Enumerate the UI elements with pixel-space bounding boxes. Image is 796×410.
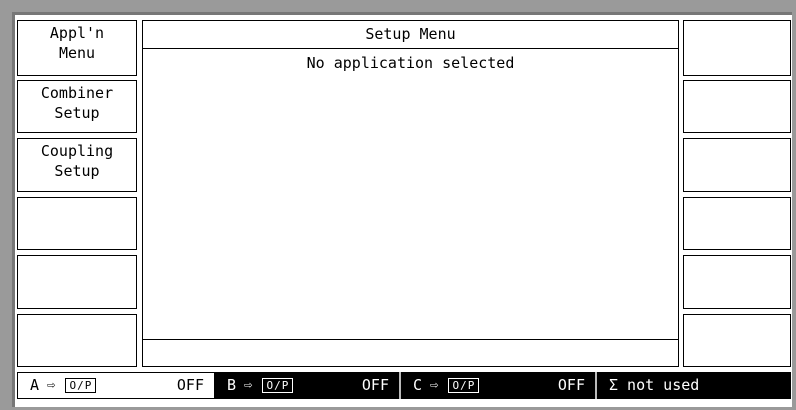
right-arrow-icon: ⇨ — [430, 377, 439, 393]
softkey-right-4[interactable] — [683, 197, 791, 250]
output-badge: O/P — [65, 378, 97, 393]
softkey-left-4[interactable] — [17, 197, 137, 250]
softkey-label-line2: Setup — [54, 162, 100, 180]
softkey-right-6[interactable] — [683, 314, 791, 367]
right-arrow-icon: ⇨ — [244, 377, 253, 393]
softkey-left-6[interactable] — [17, 314, 137, 367]
channel-b-status[interactable]: B ⇨ O/P OFF — [215, 372, 401, 399]
softkey-label-line2: Menu — [58, 44, 96, 62]
sigma-status[interactable]: Σ not used — [597, 372, 791, 399]
right-arrow-icon: ⇨ — [47, 377, 56, 393]
softkey-coupling-setup[interactable]: Coupling Setup — [17, 138, 137, 192]
output-badge: O/P — [262, 378, 294, 393]
panel-message: No application selected — [306, 54, 515, 72]
softkey-label-line1: Coupling — [40, 142, 114, 160]
softkey-left-5[interactable] — [17, 255, 137, 309]
channel-name: C — [413, 376, 423, 394]
channel-status-bar: A ⇨ O/P OFF B ⇨ O/P OFF C ⇨ O/P OFF Σ no… — [17, 372, 791, 399]
softkey-right-1[interactable] — [683, 20, 791, 76]
channel-c-status[interactable]: C ⇨ O/P OFF — [401, 372, 597, 399]
channel-name: B — [227, 376, 237, 394]
channel-a-status[interactable]: A ⇨ O/P OFF — [17, 372, 215, 399]
softkey-right-2[interactable] — [683, 80, 791, 133]
output-badge: O/P — [448, 378, 480, 393]
softkey-label-line2: Setup — [54, 104, 100, 122]
channel-state: OFF — [361, 376, 389, 394]
channel-name: A — [30, 376, 40, 394]
softkey-label-line1: Appl'n — [49, 24, 105, 42]
softkey-right-3[interactable] — [683, 138, 791, 192]
sigma-label: Σ not used — [609, 376, 700, 394]
softkey-label-line1: Combiner — [40, 84, 114, 102]
softkey-combiner-setup[interactable]: Combiner Setup — [17, 80, 137, 133]
panel-title: Setup Menu — [143, 21, 678, 49]
softkey-appln-menu[interactable]: Appl'n Menu — [17, 20, 137, 76]
setup-menu-panel: Setup Menu No application selected — [142, 20, 679, 367]
panel-status-line — [143, 339, 678, 366]
channel-state: OFF — [557, 376, 585, 394]
channel-state: OFF — [176, 376, 204, 394]
softkey-right-5[interactable] — [683, 255, 791, 309]
